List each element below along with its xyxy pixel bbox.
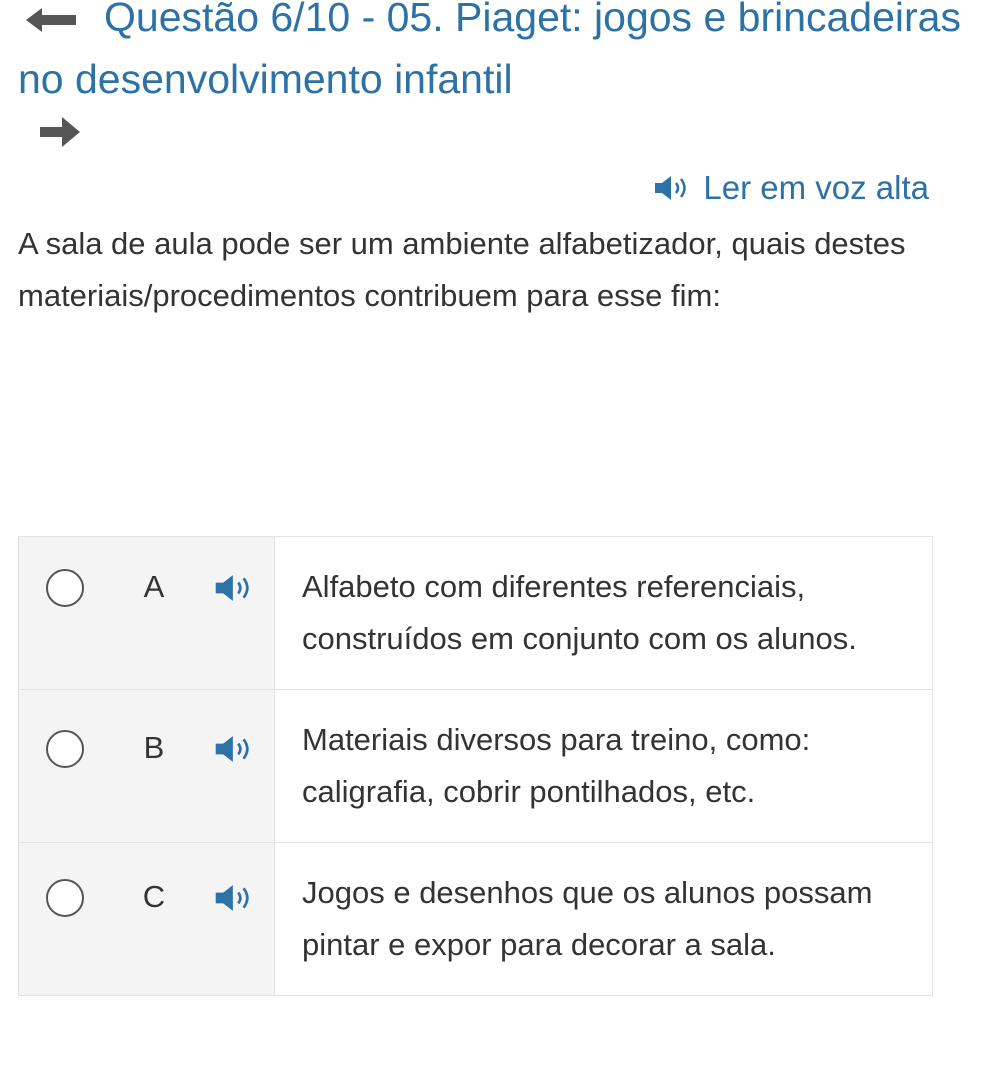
option-c-radio[interactable] <box>46 879 84 917</box>
back-button[interactable] <box>24 6 80 34</box>
option-b-read-aloud-button[interactable] <box>213 734 257 764</box>
option-c[interactable]: C Jogos e desenhos que os alunos possam … <box>19 843 932 996</box>
next-question-button[interactable] <box>38 114 82 150</box>
read-aloud-button[interactable]: Ler em voz alta <box>653 168 929 208</box>
page-title: Questão 6/10 - 05. Piaget: jogos e brinc… <box>18 0 961 102</box>
option-b-letter: B <box>143 730 165 765</box>
option-b-controls: B <box>19 690 275 842</box>
question-text: A sala de aula pode ser um ambiente alfa… <box>18 226 906 313</box>
read-aloud-label: Ler em voz alta <box>703 169 929 206</box>
option-c-letter: C <box>142 879 166 914</box>
option-a-controls: A <box>19 537 275 689</box>
option-c-read-aloud-button[interactable] <box>213 883 257 913</box>
speaker-icon <box>655 176 687 200</box>
option-c-text: Jogos e desenhos que os alunos possam pi… <box>302 875 873 962</box>
answer-options: A Alfabeto com diferentes referenciais, … <box>18 536 933 996</box>
option-b-radio[interactable] <box>46 730 84 768</box>
arrow-left-icon <box>26 8 76 32</box>
option-a[interactable]: A Alfabeto com diferentes referenciais, … <box>19 537 932 690</box>
speaker-icon <box>215 575 249 601</box>
option-c-controls: C <box>19 843 275 995</box>
option-a-read-aloud-button[interactable] <box>213 573 257 603</box>
option-a-letter: A <box>143 569 165 604</box>
arrow-right-icon <box>40 117 80 147</box>
speaker-icon <box>215 736 249 762</box>
option-b-text: Materiais diversos para treino, como: ca… <box>302 722 811 809</box>
option-a-radio[interactable] <box>46 569 84 607</box>
option-a-text: Alfabeto com diferentes referenciais, co… <box>302 569 857 656</box>
speaker-icon <box>215 885 249 911</box>
option-b[interactable]: B Materiais diversos para treino, como: … <box>19 690 932 843</box>
